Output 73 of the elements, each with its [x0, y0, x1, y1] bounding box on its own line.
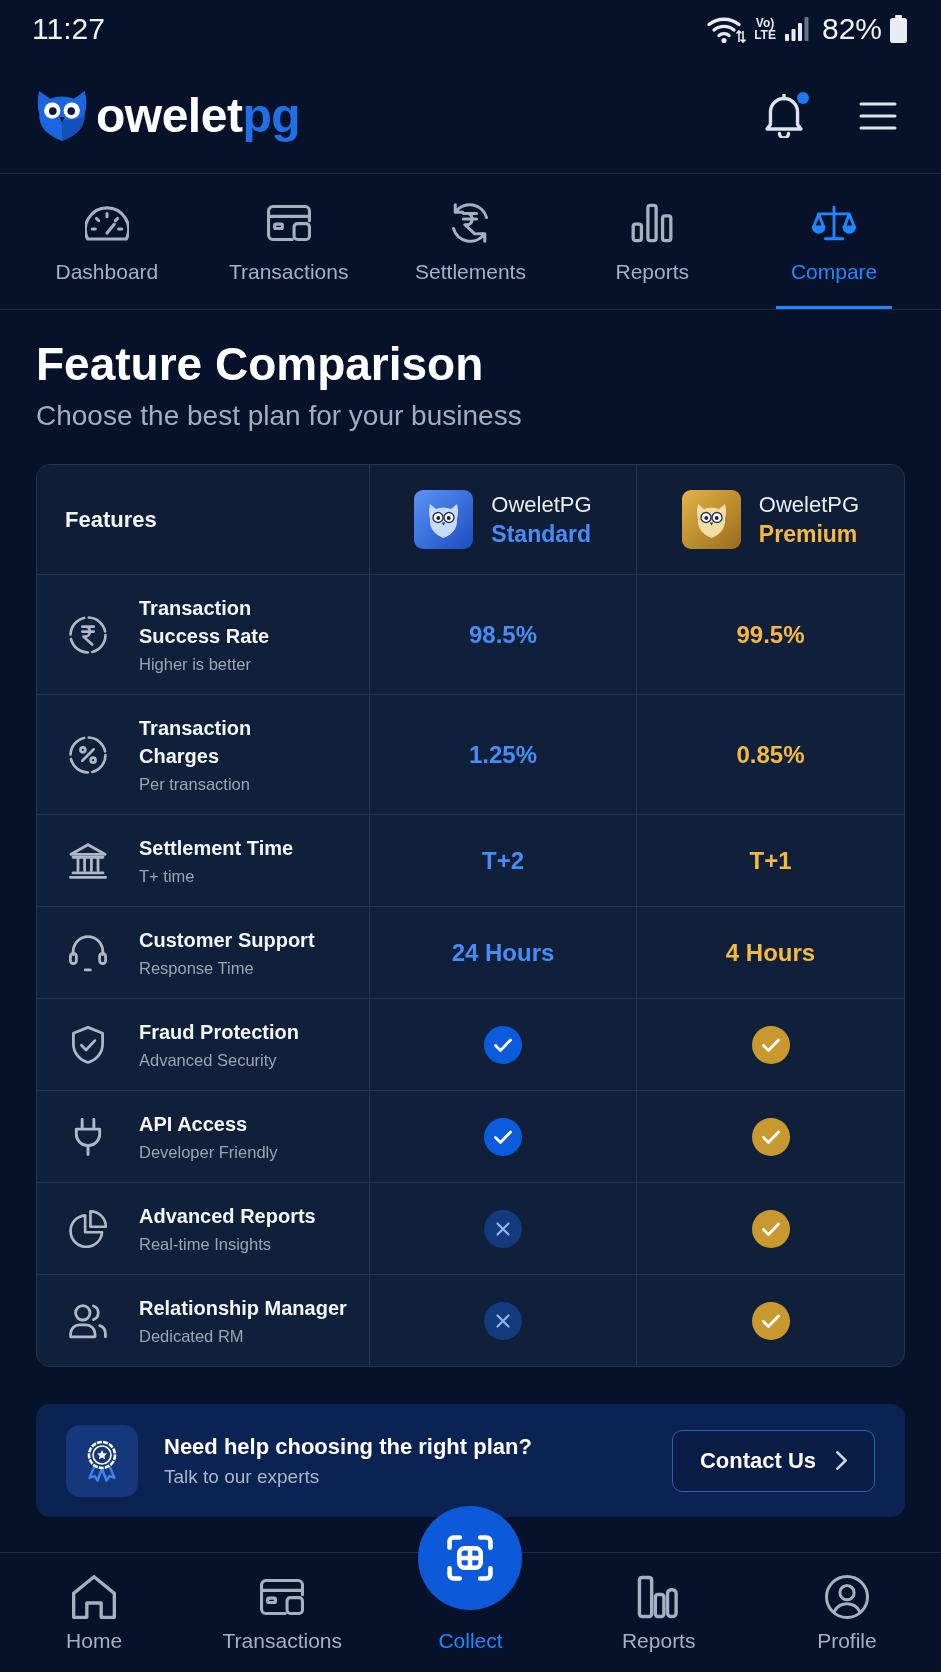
- feature-title: Fraud Protection: [139, 1020, 299, 1045]
- volte-label: Vo): [755, 17, 775, 29]
- nav-tab[interactable]: Compare: [776, 203, 893, 309]
- plan-tier-label: Premium: [758, 520, 859, 548]
- owl-logo-icon: [681, 490, 741, 549]
- page-subtitle: Choose the best plan for your business: [36, 399, 523, 433]
- plan-value: 99.5%: [736, 620, 805, 649]
- page-title: Feature Comparison: [36, 337, 485, 392]
- user-circle-icon: [824, 1575, 869, 1619]
- contact-us-button[interactable]: Contact Us: [672, 1429, 875, 1492]
- owl-logo-icon: [414, 490, 474, 549]
- nav-tab[interactable]: Reports: [594, 203, 711, 309]
- feature-title: Settlement Time: [139, 836, 294, 861]
- banner-title: Need help choosing the right plan?: [164, 1432, 532, 1460]
- feature-title: API Access: [139, 1112, 249, 1137]
- battery-icon: [890, 15, 907, 43]
- feature-note: Per transaction: [139, 774, 251, 795]
- plan-value: 24 Hours: [451, 938, 555, 967]
- menu-icon[interactable]: [859, 100, 897, 131]
- pie-chart-icon: [69, 1209, 107, 1248]
- feature-note: Response Time: [139, 958, 255, 979]
- plan-value: 0.85%: [736, 740, 805, 769]
- gauge-icon: [84, 203, 129, 243]
- bottom-nav-item[interactable]: Profile: [817, 1553, 877, 1653]
- nav-tab[interactable]: Dashboard: [48, 203, 165, 309]
- bottom-nav-item[interactable]: Transactions: [222, 1553, 342, 1653]
- bell-icon[interactable]: [765, 93, 803, 138]
- plan-value: T+1: [749, 846, 792, 875]
- scan-icon: [447, 1535, 494, 1581]
- chevron-right-icon: [836, 1451, 848, 1470]
- bottom-nav-item[interactable]: Home: [66, 1553, 123, 1653]
- feature-note: Developer Friendly: [139, 1142, 278, 1163]
- feature-note: Real-time Insights: [139, 1234, 273, 1255]
- feature-note: Advanced Security: [139, 1050, 278, 1071]
- feature-title: Customer Support: [139, 928, 315, 953]
- bar-chart-icon: [630, 203, 675, 243]
- card-icon: [266, 203, 311, 243]
- nav-tab[interactable]: Settlements: [411, 203, 530, 309]
- status-time: 11:27: [32, 12, 105, 46]
- network-type-label: LTE: [754, 29, 776, 41]
- rupee-circle-icon: [69, 615, 107, 654]
- plan-value: 4 Hours: [725, 938, 816, 967]
- banner-subtitle: Talk to our experts: [164, 1464, 321, 1489]
- feature-title: Relationship Manager: [139, 1296, 347, 1321]
- battery-percent: 82%: [821, 12, 882, 46]
- headset-icon: [69, 933, 107, 972]
- plan-value: T+2: [482, 846, 524, 875]
- shield-check-icon: [69, 1025, 107, 1064]
- feature-note: Dedicated RM: [139, 1326, 245, 1347]
- signal-icon: [783, 17, 810, 41]
- features-heading: Features: [65, 506, 157, 533]
- plan-name: OweletPG: [491, 491, 592, 518]
- home-icon: [72, 1575, 117, 1619]
- bottom-nav-item[interactable]: Collect: [438, 1607, 503, 1653]
- brand-wordmark: oweletpg: [96, 87, 300, 144]
- feature-note: Higher is better: [139, 654, 252, 675]
- feature-title: Transaction Charges: [139, 716, 252, 769]
- owl-logo-icon: [36, 90, 88, 141]
- feature-note: T+ time: [139, 866, 196, 887]
- feature-title: Advanced Reports: [139, 1204, 316, 1229]
- rosette-icon: [66, 1424, 138, 1497]
- bottom-nav-item[interactable]: Reports: [621, 1553, 696, 1653]
- nav-tab[interactable]: Transactions: [224, 203, 353, 309]
- bar-chart-icon: [636, 1575, 681, 1619]
- users-icon: [69, 1301, 107, 1340]
- scale-icon: [812, 203, 857, 243]
- percent-circle-icon: [69, 735, 107, 774]
- plan-value: 1.25%: [468, 740, 538, 769]
- plan-tier-label: Standard: [491, 520, 592, 548]
- bank-icon: [69, 841, 107, 880]
- plan-value: 98.5%: [468, 620, 538, 649]
- feature-title: Transaction Success Rate: [139, 596, 270, 649]
- plan-name: OweletPG: [758, 491, 860, 518]
